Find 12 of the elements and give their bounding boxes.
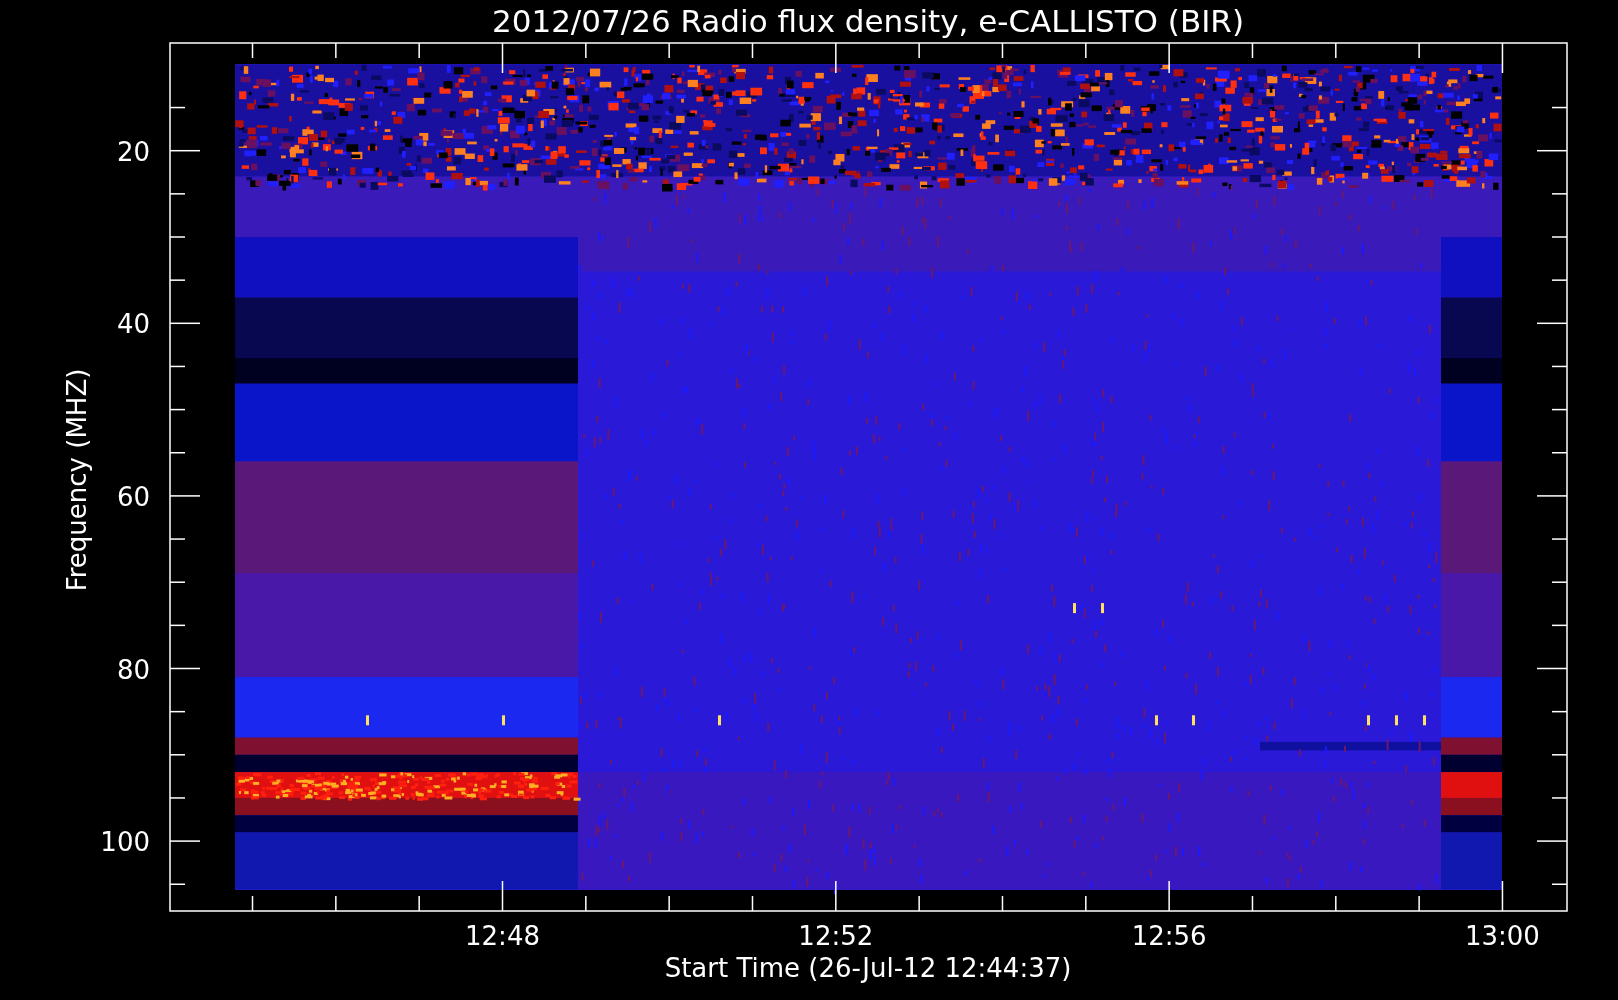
y-tick-label: 40 — [116, 309, 150, 340]
chart-title: 2012/07/26 Radio flux density, e-CALLISTO (BIR) — [492, 3, 1244, 39]
x-tick-label: 12:56 — [1131, 921, 1207, 951]
y-tick-label: 60 — [116, 481, 150, 512]
x-axis-label: Start Time (26-Jul-12 12:44:37) — [664, 953, 1072, 983]
y-tick-label: 20 — [116, 136, 150, 167]
x-tick-label: 12:52 — [798, 921, 874, 951]
x-tick-label: 13:00 — [1465, 921, 1540, 951]
y-tick-label: 100 — [100, 827, 150, 858]
x-tick-label: 12:48 — [465, 921, 540, 951]
y-tick-label: 80 — [116, 654, 150, 685]
y-axis-label: Frequency (MHZ) — [62, 368, 92, 592]
